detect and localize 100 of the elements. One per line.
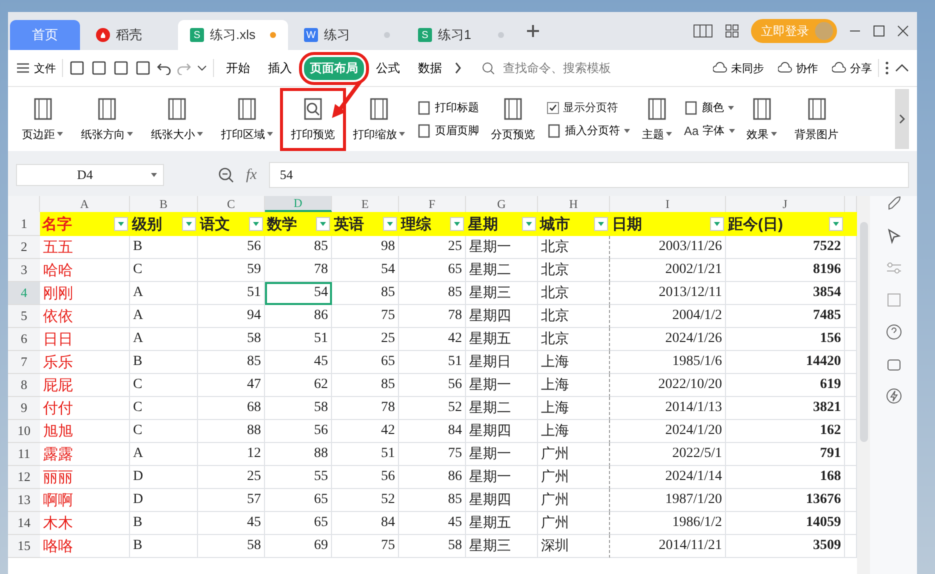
more-icon[interactable] [885,61,889,75]
row-number[interactable]: 12 [8,466,40,489]
table-cell: 2014/11/21 [610,535,726,558]
row-number[interactable]: 7 [8,351,40,374]
filter-icon[interactable] [829,217,843,231]
caret-icon [770,132,777,136]
ribbon-button[interactable]: 效果 [740,92,783,146]
page-icon [417,124,431,138]
close-icon[interactable] [897,25,909,37]
filter-icon[interactable] [182,217,196,231]
table-cell: 86 [265,305,332,328]
row-number[interactable]: 13 [8,489,40,512]
row-number[interactable]: 2 [8,236,40,259]
header-cell: 城市 [538,212,610,236]
ribbon-button[interactable]: 背景图片 [788,92,845,146]
column-header[interactable]: J [726,196,845,212]
toolbar-button[interactable]: 协作 [778,60,818,76]
header-cell: 日期 [610,212,726,236]
undo-icon[interactable] [157,61,171,75]
caret-icon [151,173,157,177]
column-header[interactable]: E [332,196,399,212]
filter-icon[interactable] [522,217,536,231]
row-number[interactable]: 14 [8,512,40,535]
help-icon[interactable] [886,324,902,340]
layout-icon[interactable] [693,24,713,38]
page-icon [96,96,118,120]
header-cell: 语文 [198,212,265,236]
formula-field[interactable]: 54 [268,162,909,188]
document-tab[interactable]: S 练习.xls [178,20,288,50]
ribbon-button[interactable]: 打印标题 [417,100,479,115]
ribbon-button[interactable]: 分页预览 [485,92,541,146]
column-header[interactable]: C [198,196,265,212]
chevron-right-icon[interactable] [454,62,462,74]
row-number[interactable]: 6 [8,328,40,351]
table-cell: 五五 [40,236,130,259]
row-number[interactable]: 5 [8,305,40,328]
zoom-icon[interactable] [218,167,234,183]
ribbon-tab[interactable]: 数据 [412,56,448,80]
filter-icon[interactable] [316,217,330,231]
file-menu[interactable]: 文件 [16,60,56,76]
chevron-down-icon[interactable] [197,64,207,72]
column-header[interactable]: B [130,196,198,212]
table-cell: 62 [265,374,332,397]
column-header[interactable]: I [610,196,726,212]
filter-icon[interactable] [383,217,397,231]
ribbon-button[interactable]: 页眉页脚 [417,123,479,138]
name-box[interactable]: D4 [16,164,164,186]
toolbar-button[interactable]: 分享 [832,60,872,76]
ribbon-button[interactable]: 打印预览 [285,92,341,146]
scrollbar-thumb[interactable] [860,222,868,442]
table-cell: 56 [265,420,332,443]
function-label[interactable]: fx [246,166,257,184]
ribbon-button[interactable]: 页边距 [16,92,69,146]
filter-icon[interactable] [710,217,724,231]
column-header[interactable]: F [399,196,466,212]
collapse-icon[interactable] [895,64,909,72]
filter-icon[interactable] [450,217,464,231]
header-cell: 星期 [466,212,538,236]
status-dot [270,32,276,38]
maximize-icon[interactable] [873,25,885,37]
ribbon-button[interactable]: 颜色 [684,100,735,115]
table-cell: 45 [198,512,265,535]
row-number[interactable]: 8 [8,374,40,397]
table-cell: 65 [265,489,332,512]
row-number[interactable]: 3 [8,259,40,282]
row-number[interactable]: 15 [8,535,40,558]
filter-icon[interactable] [594,217,608,231]
row-number[interactable]: 11 [8,443,40,466]
ribbon-button[interactable]: 插入分页符 [547,123,630,138]
lightning-icon[interactable] [886,388,902,404]
ribbon-button[interactable]: 打印区域 [215,92,279,146]
checkbox[interactable]: 显示分页符 [547,100,630,115]
plus-icon[interactable] [526,24,540,38]
row-number[interactable]: 1 [8,212,40,236]
ribbon-tab[interactable]: 插入 [262,56,298,80]
ribbon-button[interactable]: 主题 [636,92,678,146]
column-header[interactable]: G [466,196,538,212]
column-header[interactable]: A [40,196,130,212]
table-cell: 51 [399,351,466,374]
ribbon-button[interactable]: Aa 字体 [684,123,735,138]
ribbon-button[interactable]: 纸张方向 [75,92,139,146]
ribbon-button[interactable]: 纸张大小 [145,92,209,146]
search-field[interactable]: 查找命令、搜索模板 [501,60,635,76]
toolbar-button[interactable]: 未同步 [713,60,764,76]
row-number[interactable]: 9 [8,397,40,420]
ribbon-button[interactable]: 打印缩放 [347,92,411,146]
grid-icon[interactable] [725,24,739,38]
caret-icon [267,132,273,136]
cursor-icon[interactable] [886,228,902,244]
table-cell: 木木 [40,512,130,535]
filter-icon[interactable] [114,217,128,231]
sliders-icon[interactable] [886,260,902,276]
row-number[interactable]: 10 [8,420,40,443]
ribbon-tab[interactable]: 公式 [370,56,406,80]
ribbon-tab[interactable]: 开始 [220,56,256,80]
column-header[interactable]: H [538,196,610,212]
header-cell: 数学 [265,212,332,236]
table-cell: 星期三 [466,282,538,305]
table-cell: 星期一 [466,236,538,259]
filter-icon[interactable] [249,217,263,231]
